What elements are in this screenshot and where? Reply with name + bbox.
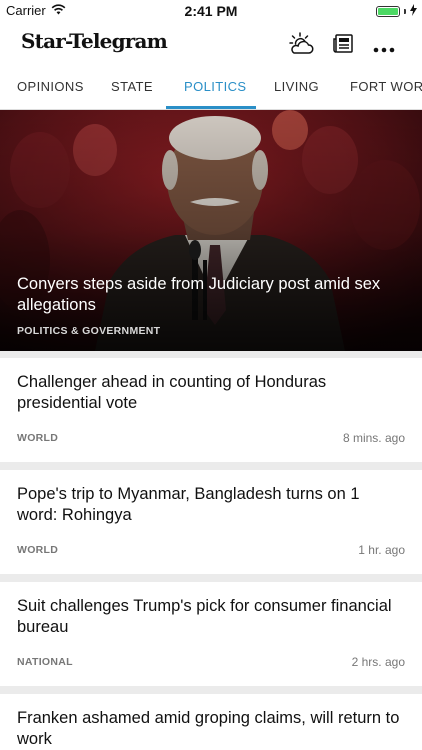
newspaper-icon[interactable] <box>333 34 353 59</box>
article-card[interactable]: Pope's trip to Myanmar, Bangladesh turns… <box>0 470 422 574</box>
tab-politics[interactable]: POLITICS <box>184 66 246 109</box>
battery-cap <box>404 9 406 14</box>
tab-fort-worth[interactable]: FORT WORT <box>350 66 422 109</box>
article-category[interactable]: WORLD <box>17 432 58 444</box>
article-headline[interactable]: Challenger ahead in counting of Honduras… <box>17 372 402 414</box>
article-card[interactable]: Franken ashamed amid groping claims, wil… <box>0 694 422 750</box>
more-icon[interactable] <box>373 40 395 58</box>
article-category[interactable]: WORLD <box>17 544 58 556</box>
app-logo[interactable]: Star-Telegram <box>21 29 168 53</box>
charging-icon <box>410 4 417 19</box>
tab-living[interactable]: LIVING <box>274 66 319 109</box>
article-timestamp: 8 mins. ago <box>342 431 405 445</box>
active-tab-indicator <box>166 106 256 109</box>
tab-opinions[interactable]: OPINIONS <box>17 66 84 109</box>
article-card[interactable]: Suit challenges Trump's pick for consume… <box>0 582 422 686</box>
article-card[interactable]: Challenger ahead in counting of Honduras… <box>0 358 422 462</box>
article-headline[interactable]: Pope's trip to Myanmar, Bangladesh turns… <box>17 484 402 526</box>
battery-icon <box>376 6 400 17</box>
hero-story[interactable]: Conyers steps aside from Judiciary post … <box>0 110 422 351</box>
article-timestamp: 2 hrs. ago <box>351 655 405 669</box>
status-time: 2:41 PM <box>184 3 238 19</box>
article-headline[interactable]: Franken ashamed amid groping claims, wil… <box>17 708 402 750</box>
hero-headline[interactable]: Conyers steps aside from Judiciary post … <box>17 274 382 316</box>
status-right <box>376 4 417 19</box>
app-header: Star-Telegram <box>0 22 422 66</box>
section-tabs: OPINIONS STATE POLITICS LIVING FORT WORT <box>0 66 422 110</box>
article-category[interactable]: NATIONAL <box>17 656 73 668</box>
weather-icon[interactable] <box>287 32 315 61</box>
tab-state[interactable]: STATE <box>111 66 153 109</box>
article-timestamp: 1 hr. ago <box>358 543 405 557</box>
status-bar: Carrier 2:41 PM <box>0 0 422 22</box>
battery-fill <box>378 8 398 15</box>
article-headline[interactable]: Suit challenges Trump's pick for consume… <box>17 596 402 638</box>
hero-category[interactable]: POLITICS & GOVERNMENT <box>17 325 160 337</box>
